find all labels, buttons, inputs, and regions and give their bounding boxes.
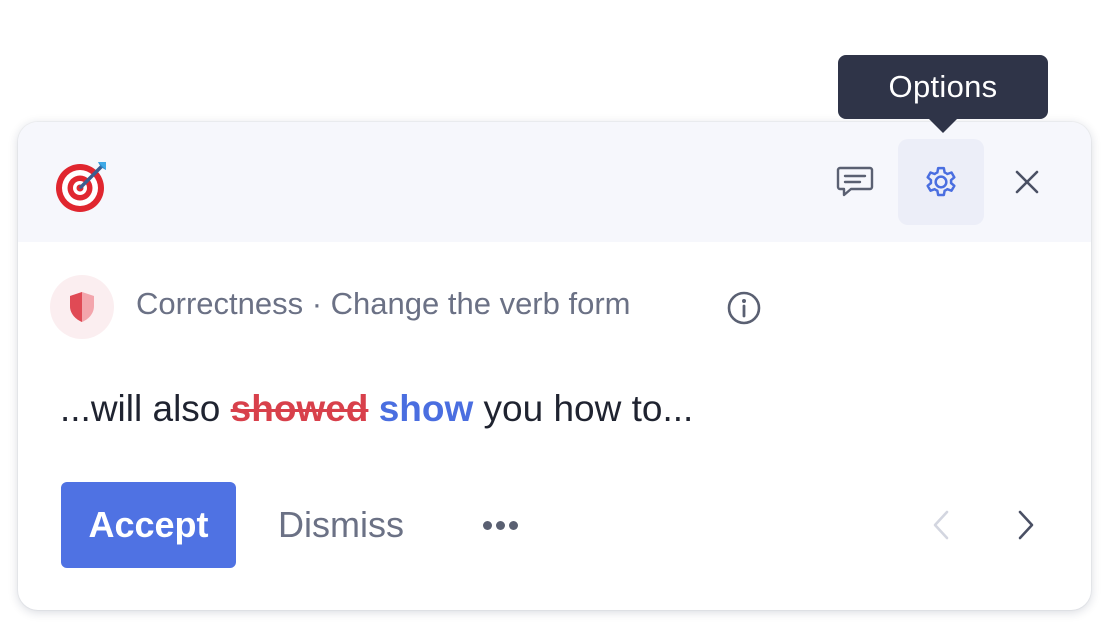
more-options-button[interactable] bbox=[470, 500, 530, 550]
feedback-button[interactable] bbox=[812, 139, 898, 225]
shield-icon bbox=[70, 292, 94, 322]
close-button[interactable] bbox=[984, 139, 1070, 225]
previous-suggestion-button[interactable] bbox=[916, 500, 966, 550]
gear-icon bbox=[926, 166, 956, 197]
more-dot bbox=[508, 520, 518, 530]
next-suggestion-button[interactable] bbox=[1001, 500, 1051, 550]
suggestion-card: Correctness · Change the verb form ...wi… bbox=[18, 122, 1091, 610]
category-badge bbox=[50, 275, 114, 339]
accept-button[interactable]: Accept bbox=[61, 482, 236, 568]
card-header bbox=[18, 122, 1091, 242]
dismiss-button[interactable]: Dismiss bbox=[260, 482, 422, 568]
replacement-word[interactable]: show bbox=[379, 388, 474, 429]
options-tooltip: Options bbox=[838, 55, 1048, 119]
suggestion-popup-stage: Options Correctness · Change the verb fo… bbox=[0, 0, 1114, 636]
info-icon[interactable] bbox=[726, 290, 762, 326]
more-dot bbox=[495, 520, 505, 530]
chat-bubble-icon bbox=[836, 166, 874, 197]
options-button[interactable] bbox=[898, 139, 984, 225]
suggestion-sentence: ...will also showed show you how to... bbox=[60, 388, 693, 430]
sentence-prefix: ...will also bbox=[60, 388, 231, 429]
target-icon bbox=[56, 162, 106, 212]
close-icon bbox=[1015, 170, 1039, 194]
chevron-right-icon bbox=[1018, 510, 1034, 540]
tooltip-text: Options bbox=[888, 69, 998, 104]
original-word: showed bbox=[230, 388, 369, 429]
chevron-left-icon bbox=[933, 510, 949, 540]
sentence-suffix: you how to... bbox=[473, 388, 694, 429]
category-label: Correctness · Change the verb form bbox=[136, 286, 631, 321]
more-dots-icon bbox=[482, 520, 492, 530]
